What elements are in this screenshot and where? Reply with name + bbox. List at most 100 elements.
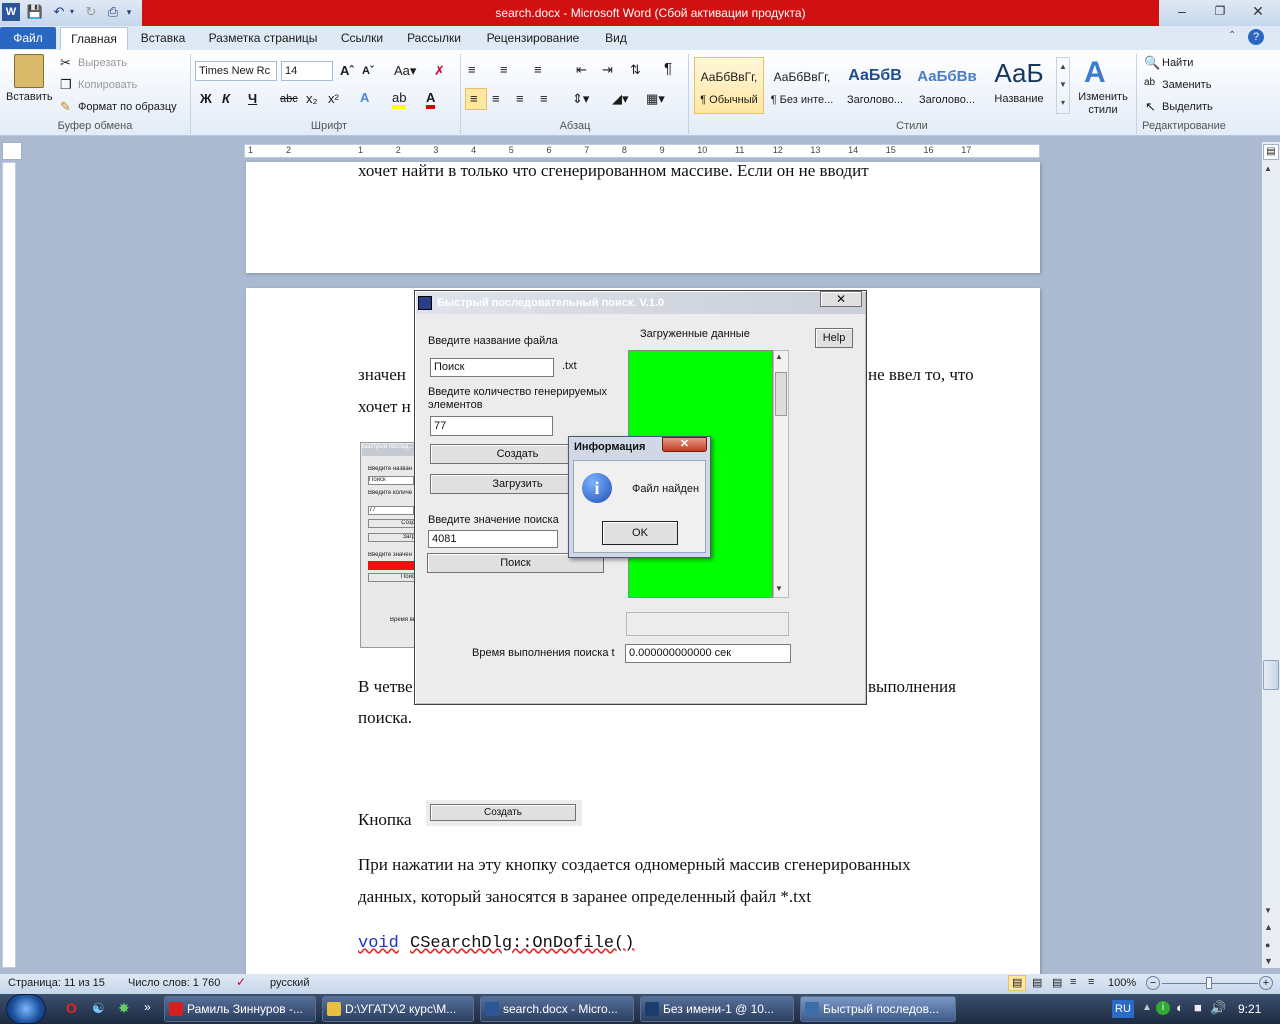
ok-button[interactable]: OK xyxy=(602,521,678,545)
tray-icon[interactable]: ◐ xyxy=(1176,1000,1184,1015)
language-indicator[interactable]: RU xyxy=(1112,1000,1134,1018)
align-left-icon[interactable]: ≡ xyxy=(470,91,478,106)
paste-button[interactable]: Вставить xyxy=(6,91,53,103)
taskbar-item[interactable]: Без имени-1 @ 10... xyxy=(640,996,794,1022)
ie-icon[interactable]: ☯ xyxy=(92,1000,105,1017)
app-close-button[interactable]: ✕ xyxy=(820,291,862,307)
opera-icon[interactable]: O xyxy=(66,1000,77,1016)
network-icon[interactable]: i xyxy=(1156,1001,1170,1015)
decrease-indent-icon[interactable]: ⇤ xyxy=(576,62,587,78)
change-case-icon[interactable]: Aa▾ xyxy=(394,63,416,79)
taskbar-item[interactable]: search.docx - Micro... xyxy=(480,996,634,1022)
web-layout-icon[interactable]: ▤ xyxy=(1052,976,1062,989)
draft-icon[interactable]: ≡ xyxy=(1088,976,1094,988)
styles-scroll[interactable]: ▲ ▼ ▾ xyxy=(1056,57,1070,114)
tab-home[interactable]: Главная xyxy=(60,27,128,50)
count-input[interactable]: 77 xyxy=(430,416,553,436)
grow-font-icon[interactable]: Aˆ xyxy=(340,63,354,78)
search-value-input[interactable]: 4081 xyxy=(428,530,558,548)
shading-icon[interactable]: ◢▾ xyxy=(612,91,629,107)
style-title[interactable]: АаБ Название xyxy=(984,57,1054,114)
select-button[interactable]: Выделить xyxy=(1162,101,1213,113)
numbering-icon[interactable]: ≡ xyxy=(500,62,508,77)
zoom-slider-handle[interactable] xyxy=(1206,977,1212,989)
undo-icon[interactable]: ↶ xyxy=(50,3,68,21)
full-screen-reading-icon[interactable]: ▤ xyxy=(1032,976,1042,989)
cut-button[interactable]: Вырезать xyxy=(78,57,127,69)
file-name-input[interactable]: Поиск xyxy=(430,358,554,377)
document-scrollbar[interactable] xyxy=(1262,142,1280,968)
tab-mailings[interactable]: Рассылки xyxy=(398,26,470,50)
page-count[interactable]: Страница: 11 из 15 xyxy=(8,977,105,989)
vertical-ruler[interactable] xyxy=(2,162,16,968)
minimize-ribbon-icon[interactable]: ⌃ xyxy=(1228,30,1236,41)
borders-icon[interactable]: ▦▾ xyxy=(646,91,665,107)
scroll-thumb[interactable] xyxy=(1263,660,1279,690)
save-icon[interactable]: 💾 xyxy=(26,3,44,21)
clock[interactable]: 9:21 xyxy=(1238,1002,1261,1016)
line-spacing-icon[interactable]: ⇕▾ xyxy=(572,91,589,107)
find-button[interactable]: Найти xyxy=(1162,57,1193,69)
font-size-combo[interactable]: 14 xyxy=(281,61,333,81)
copy-button[interactable]: Копировать xyxy=(78,79,137,91)
tab-insert[interactable]: Вставка xyxy=(132,26,194,50)
outline-icon[interactable]: ≡ xyxy=(1070,976,1076,988)
word-count[interactable]: Число слов: 1 760 xyxy=(128,977,220,989)
subscript-icon[interactable]: x₂ xyxy=(306,91,318,106)
style-heading-1[interactable]: АаБбВ Заголово... xyxy=(840,57,910,114)
taskbar-item[interactable]: D:\УГАТУ\2 курс\М... xyxy=(322,996,474,1022)
sort-icon[interactable]: ⇅ xyxy=(630,62,641,78)
format-painter-button[interactable]: Формат по образцу xyxy=(78,101,177,113)
tab-view[interactable]: Вид xyxy=(596,26,636,50)
scroll-thumb[interactable] xyxy=(775,372,787,416)
tab-references[interactable]: Ссылки xyxy=(332,26,392,50)
scroll-up-icon[interactable]: ▲ xyxy=(1264,164,1272,173)
superscript-icon[interactable]: x² xyxy=(328,91,339,106)
bold-icon[interactable]: Ж xyxy=(200,91,212,106)
highlight-icon[interactable]: ab xyxy=(392,90,407,109)
tray-icon[interactable]: ■ xyxy=(1194,1000,1202,1015)
strikethrough-icon[interactable]: abc xyxy=(280,93,298,105)
align-right-icon[interactable]: ≡ xyxy=(516,91,524,106)
scroll-up-icon[interactable]: ▲ xyxy=(775,352,783,361)
customize-toolbar-icon[interactable]: ▾ xyxy=(124,3,134,21)
style-normal[interactable]: АаБбВвГг, ¶ Обычный xyxy=(694,57,764,114)
justify-icon[interactable]: ≡ xyxy=(540,91,548,106)
zoom-in-icon[interactable]: + xyxy=(1259,976,1273,990)
paste-icon[interactable] xyxy=(14,54,44,88)
show-hidden-icons[interactable]: ▲ xyxy=(1142,1002,1152,1013)
spelling-check-icon[interactable]: ✓ xyxy=(236,975,246,989)
font-color-icon[interactable]: A xyxy=(426,90,436,109)
help-button[interactable]: Help xyxy=(815,328,853,348)
volume-icon[interactable]: 🔊 xyxy=(1210,1000,1226,1016)
tab-page-layout[interactable]: Разметка страницы xyxy=(200,26,326,50)
clear-format-icon[interactable]: ✗ xyxy=(434,63,445,79)
increase-indent-icon[interactable]: ⇥ xyxy=(602,62,613,78)
close-button[interactable]: ✕ xyxy=(1236,0,1280,22)
taskbar-item-active[interactable]: Быстрый последов... xyxy=(800,996,956,1022)
quick-launch-more-icon[interactable]: » xyxy=(144,1000,151,1014)
show-marks-icon[interactable]: ¶ xyxy=(664,60,672,77)
zoom-level[interactable]: 100% xyxy=(1108,977,1136,989)
taskbar-item[interactable]: Рамиль Зиннуров -... xyxy=(164,996,316,1022)
replace-button[interactable]: Заменить xyxy=(1162,79,1211,91)
previous-page-icon[interactable]: ▲ xyxy=(1264,922,1273,932)
redo-icon[interactable]: ↻ xyxy=(82,3,100,21)
scroll-down-icon[interactable]: ▼ xyxy=(775,584,783,593)
shrink-font-icon[interactable]: Aˇ xyxy=(362,65,374,77)
text-effects-icon[interactable]: A xyxy=(360,90,369,105)
font-name-combo[interactable]: Times New Rc xyxy=(195,61,277,81)
multilevel-list-icon[interactable]: ≡ xyxy=(534,62,542,77)
view-ruler-icon[interactable]: ▤ xyxy=(1263,144,1279,160)
underline-icon[interactable]: Ч xyxy=(248,91,257,106)
next-page-icon[interactable]: ▼ xyxy=(1264,956,1273,966)
align-center-icon[interactable]: ≡ xyxy=(492,91,500,106)
start-button[interactable] xyxy=(6,994,46,1024)
word-app-icon[interactable]: W xyxy=(2,3,20,21)
scroll-down-icon[interactable]: ▼ xyxy=(1264,906,1272,915)
zoom-out-icon[interactable]: − xyxy=(1146,976,1160,990)
tab-file[interactable]: Файл xyxy=(0,27,56,49)
app-launcher-icon[interactable]: ✸ xyxy=(118,1000,130,1017)
style-heading-2[interactable]: АаБбВв Заголово... xyxy=(912,57,982,114)
help-icon[interactable]: ? xyxy=(1248,29,1264,45)
